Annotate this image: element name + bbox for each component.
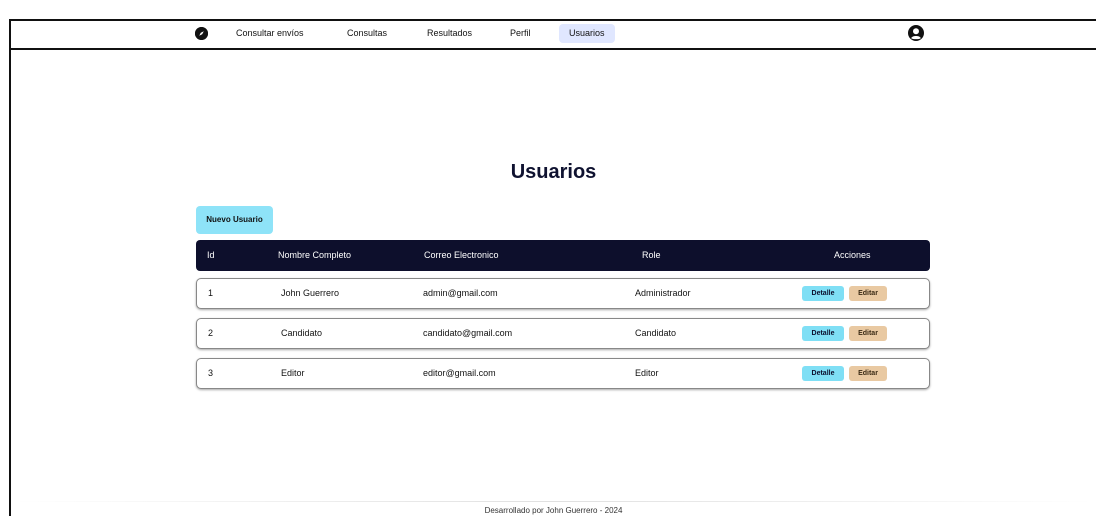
row-email: candidato@gmail.com xyxy=(423,328,513,338)
table-row: 2 Candidato candidato@gmail.com Candidat… xyxy=(196,318,930,349)
compass-icon[interactable] xyxy=(195,27,208,40)
edit-button[interactable]: Editar xyxy=(849,326,887,341)
edit-button[interactable]: Editar xyxy=(849,286,887,301)
header-email: Correo Electronico xyxy=(424,250,499,260)
row-role: Candidato xyxy=(635,328,677,338)
new-user-button[interactable]: Nuevo Usuario xyxy=(196,206,273,234)
row-id: 1 xyxy=(208,288,214,298)
row-role: Editor xyxy=(635,368,659,378)
header-actions: Acciones xyxy=(834,250,871,260)
row-name: Editor xyxy=(281,368,305,378)
detail-button[interactable]: Detalle xyxy=(802,366,844,381)
nav-item-usuarios[interactable]: Usuarios xyxy=(559,24,615,43)
nav-item-perfil[interactable]: Perfil xyxy=(500,24,541,43)
edit-button[interactable]: Editar xyxy=(849,366,887,381)
table-row: 3 Editor editor@gmail.com Editor Detalle… xyxy=(196,358,930,389)
header-name: Nombre Completo xyxy=(278,250,352,260)
row-name: John Guerrero xyxy=(281,288,340,298)
nav-item-consultar-envios[interactable]: Consultar envíos xyxy=(226,24,314,43)
header-role: Role xyxy=(642,250,661,260)
table-row: 1 John Guerrero admin@gmail.com Administ… xyxy=(196,278,930,309)
row-email: admin@gmail.com xyxy=(423,288,498,298)
row-id: 2 xyxy=(208,328,214,338)
row-email: editor@gmail.com xyxy=(423,368,496,378)
app-window: Consultar envíos Consultas Resultados Pe… xyxy=(9,19,1096,516)
footer-text: Desarrollado por John Guerrero - 2024 xyxy=(484,506,623,515)
row-role: Administrador xyxy=(635,288,691,298)
page-title: Usuarios xyxy=(510,161,597,183)
detail-button[interactable]: Detalle xyxy=(802,326,844,341)
detail-button[interactable]: Detalle xyxy=(802,286,844,301)
table-header: Id Nombre Completo Correo Electronico Ro… xyxy=(196,240,930,271)
user-avatar-icon[interactable] xyxy=(908,25,924,41)
header-id: Id xyxy=(207,250,215,260)
footer-divider xyxy=(11,501,1096,502)
row-id: 3 xyxy=(208,368,214,378)
nav-item-consultas[interactable]: Consultas xyxy=(337,24,397,43)
row-name: Candidato xyxy=(281,328,323,338)
navbar: Consultar envíos Consultas Resultados Pe… xyxy=(11,21,1096,50)
nav-item-resultados[interactable]: Resultados xyxy=(417,24,482,43)
